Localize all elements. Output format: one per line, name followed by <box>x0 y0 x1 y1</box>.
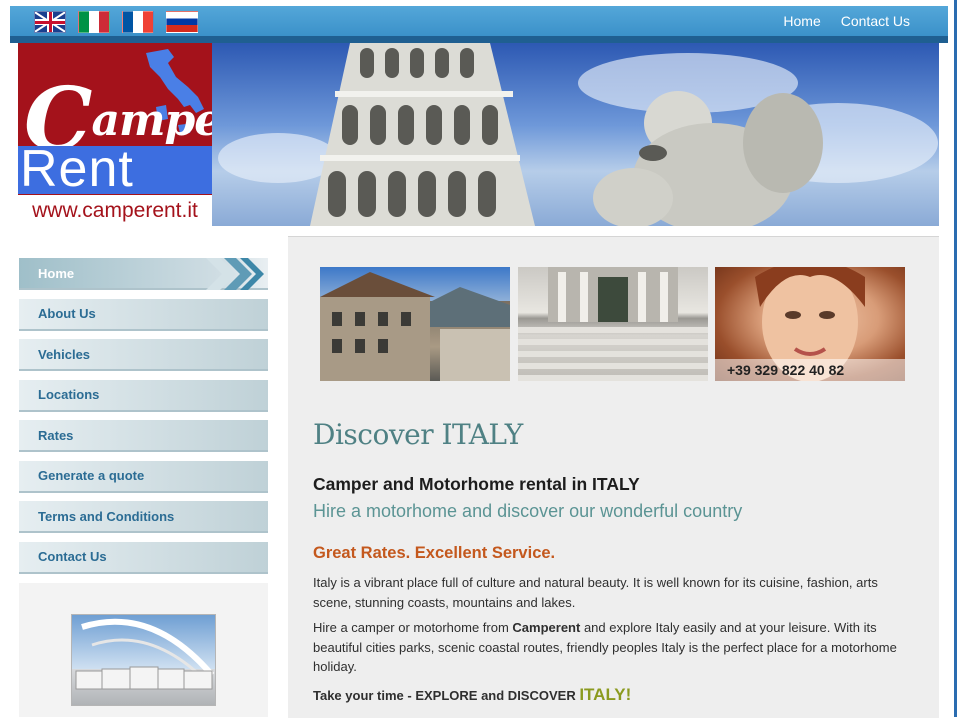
top-nav: Home Contact Us <box>783 6 910 36</box>
subtitle-hire: Hire a motorhome and discover our wonder… <box>313 501 743 521</box>
sidebar-item-label: About Us <box>38 306 96 321</box>
sidebar-item-contact-us[interactable]: Contact Us <box>19 541 268 574</box>
sidebar-item-label: Vehicles <box>38 346 91 362</box>
leaning-tower-image <box>310 43 535 226</box>
sidebar-item-label: Generate a quote <box>38 468 145 483</box>
brand-name: Camperent <box>512 620 581 635</box>
statue-image <box>593 91 823 226</box>
intro-paragraph: Italy is a vibrant place full of culture… <box>313 575 878 610</box>
logo-text-rent: Rent <box>20 140 134 198</box>
sidebar-item-label: Terms and Conditions <box>38 508 175 524</box>
hire-paragraph: Hire a camper or motorhome from Camperen… <box>313 620 897 674</box>
sidebar-item-vehicles[interactable]: Vehicles <box>19 339 268 371</box>
sidebar-menu: Home About Us Vehicles Locations Rates G… <box>19 258 268 582</box>
top-bar-stripe <box>10 36 948 43</box>
tagline-italy: ITALY! <box>579 685 632 704</box>
camperent-logo[interactable]: Camper Rent www.camperent.it <box>18 43 212 226</box>
sidebar-item-home[interactable]: Home <box>19 258 268 290</box>
top-bar: Home Contact Us <box>10 6 948 36</box>
sidebar-item-generate-quote[interactable]: Generate a quote <box>19 460 268 493</box>
subtitle-rental: Camper and Motorhome rental in ITALY <box>313 474 640 494</box>
page-border <box>954 0 957 717</box>
italy-flag-icon[interactable] <box>78 11 110 33</box>
logo-url: www.camperent.it <box>18 195 212 226</box>
rates-heading: Great Rates. Excellent Service. <box>313 544 556 562</box>
top-nav-contact-link[interactable]: Contact Us <box>841 13 910 29</box>
uk-flag-icon[interactable] <box>34 11 66 33</box>
town-mountains-photo <box>320 267 510 381</box>
sidebar-item-label: Home <box>38 265 75 281</box>
sidebar-item-label: Locations <box>38 387 100 402</box>
header-banner: Camper Rent www.camperent.it <box>18 43 939 226</box>
sidebar-item-label: Contact Us <box>38 549 107 564</box>
france-flag-icon[interactable] <box>122 11 154 33</box>
sidebar-item-locations[interactable]: Locations <box>19 379 268 412</box>
top-nav-home-link[interactable]: Home <box>783 13 820 29</box>
chevron-right-icon <box>206 258 264 290</box>
sidebar-image-panel <box>19 583 268 717</box>
sidebar-item-label: Rates <box>38 427 74 443</box>
page-title: Discover ITALY <box>313 418 523 451</box>
phone-number: +39 329 822 40 82 <box>715 359 905 381</box>
motorhomes-photo[interactable] <box>71 614 216 706</box>
palace-steps-photo <box>518 267 708 381</box>
tagline: Take your time - EXPLORE and DISCOVER IT… <box>313 685 632 704</box>
russia-flag-icon[interactable] <box>166 11 198 33</box>
sidebar-item-rates[interactable]: Rates <box>19 420 268 452</box>
sidebar-item-terms[interactable]: Terms and Conditions <box>19 501 268 533</box>
main-content: +39 329 822 40 82 Discover ITALY Camper … <box>288 236 939 718</box>
woman-portrait-photo: +39 329 822 40 82 <box>715 267 905 381</box>
sidebar-item-about-us[interactable]: About Us <box>19 298 268 331</box>
